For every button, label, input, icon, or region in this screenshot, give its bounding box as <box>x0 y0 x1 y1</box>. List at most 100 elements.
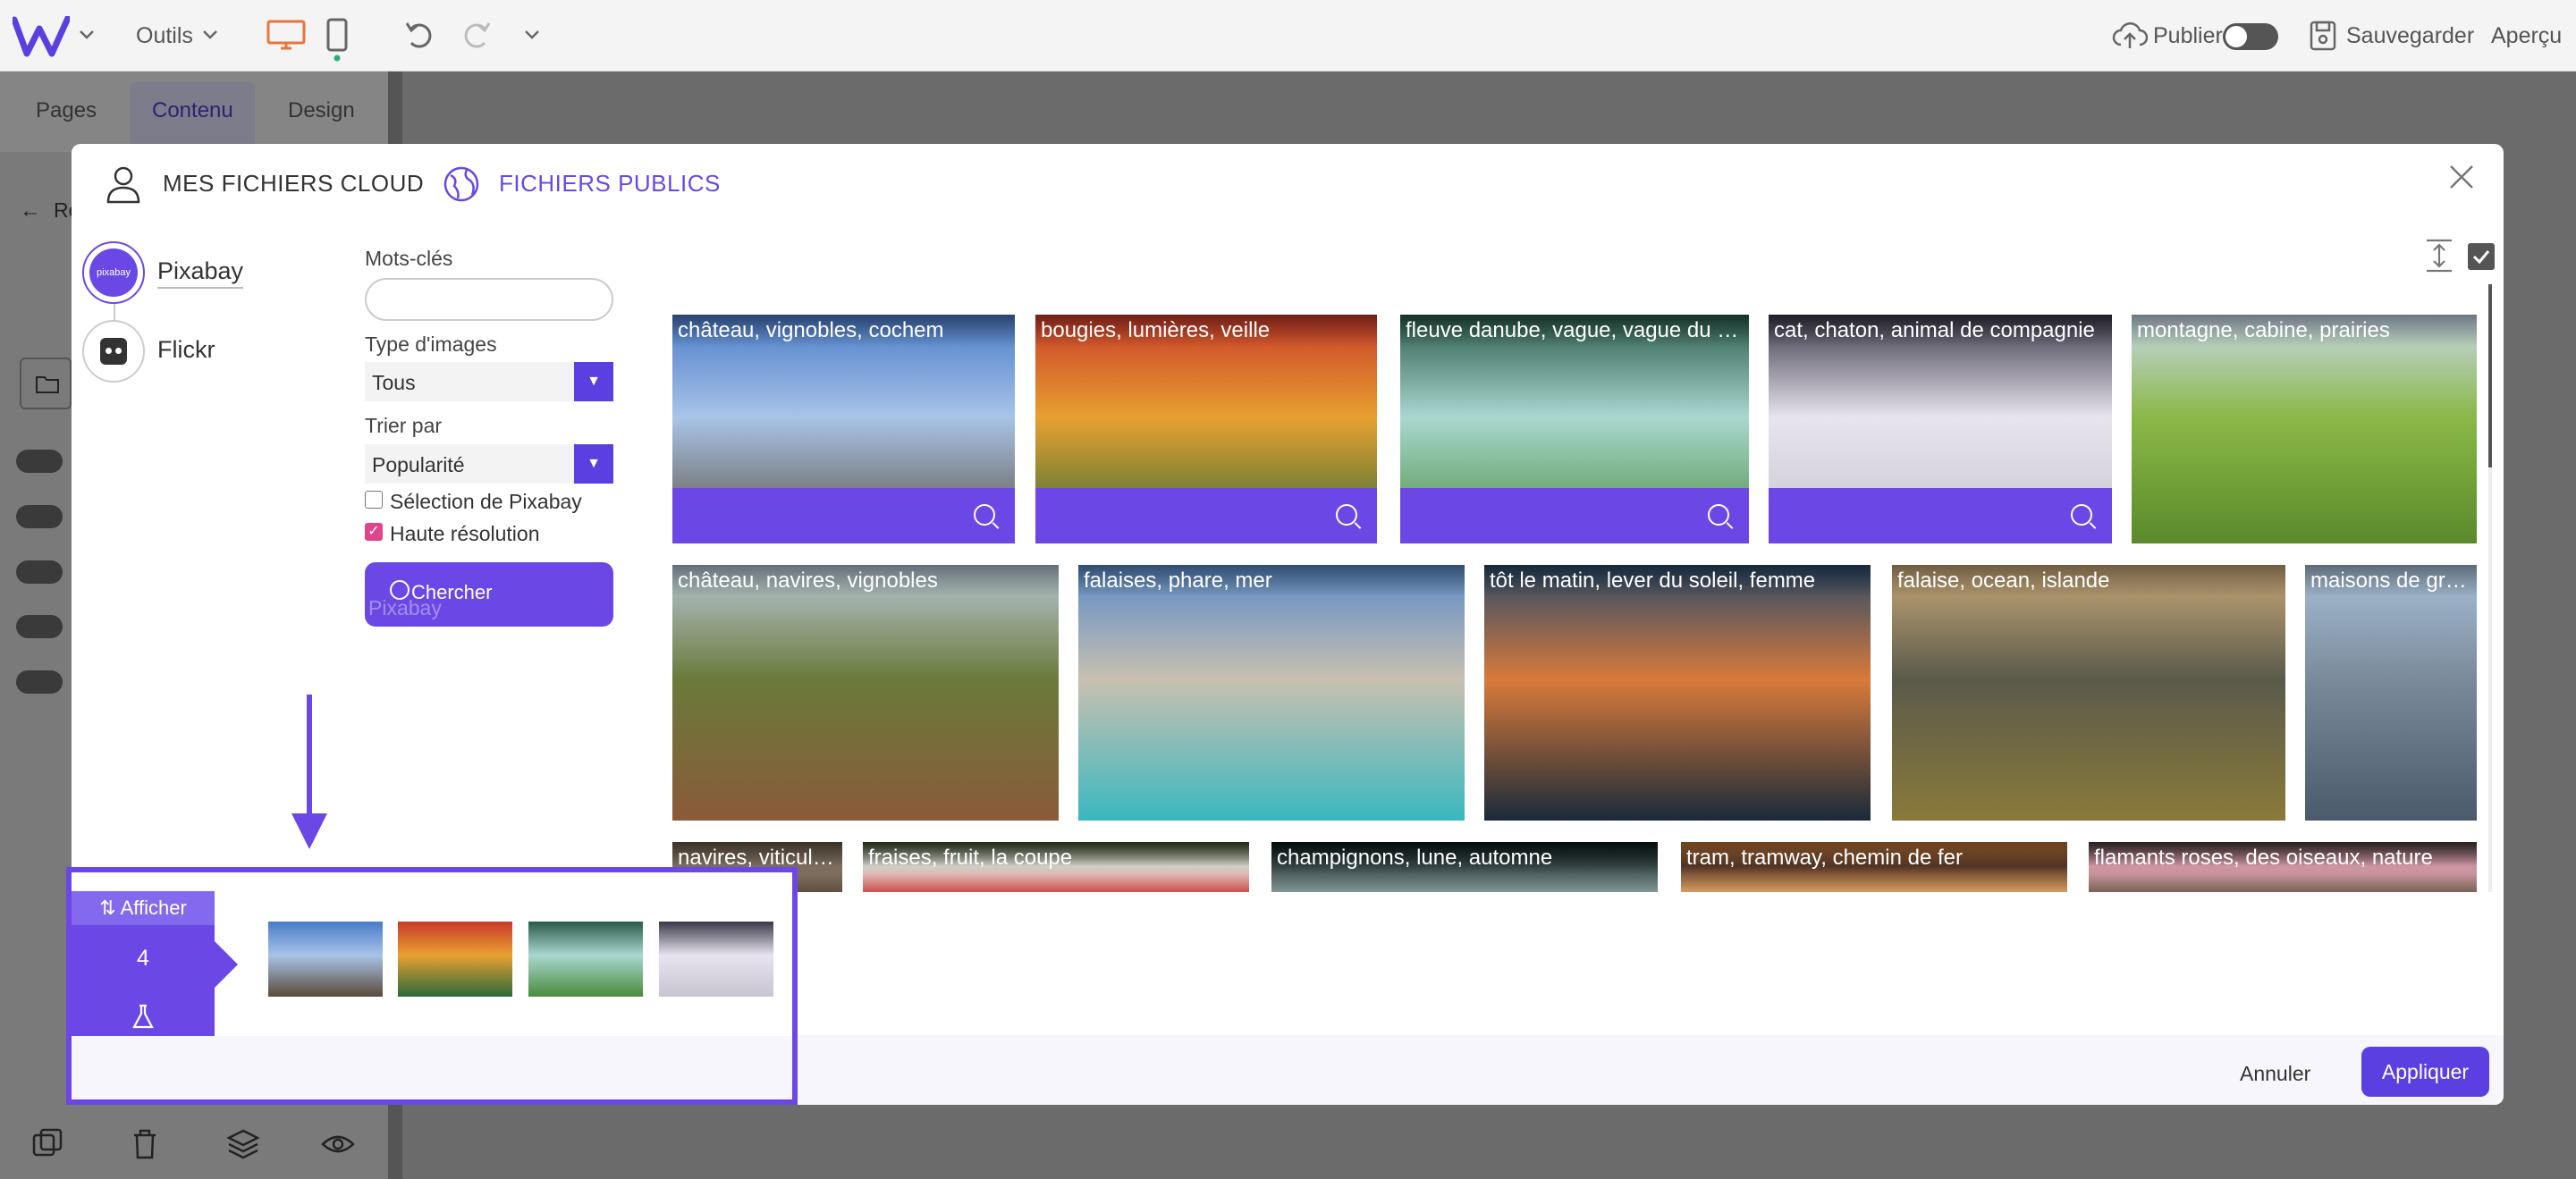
result-thumbnail[interactable]: falaises, phare, mer <box>1078 565 1465 821</box>
image-type-select[interactable]: Tous ▼ <box>365 362 613 401</box>
result-thumbnail[interactable]: fraises, fruit, la coupe <box>863 842 1249 892</box>
result-thumbnail[interactable]: fleuve danube, vague, vague du danube <box>1400 315 1749 543</box>
eye-icon[interactable] <box>320 1126 356 1162</box>
result-image <box>1892 565 2285 821</box>
back-arrow-icon[interactable]: ← <box>20 198 41 223</box>
cancel-button[interactable]: Annuler <box>2240 1062 2310 1086</box>
select-all-checkbox[interactable] <box>2468 243 2495 270</box>
close-icon <box>2450 165 2473 189</box>
layers-icon[interactable] <box>225 1126 261 1162</box>
publish-toggle-knob <box>2225 26 2247 47</box>
keywords-label: Mots-clés <box>365 247 453 270</box>
tab-my-cloud-files[interactable]: MES FICHIERS CLOUD <box>163 170 424 198</box>
source-pixabay[interactable]: pixabay <box>82 241 145 304</box>
tray-thumbnail[interactable] <box>268 922 383 997</box>
close-modal-button[interactable] <box>2445 161 2478 193</box>
result-thumbnail[interactable]: bougies, lumières, veille <box>1035 315 1377 543</box>
result-caption: tram, tramway, chemin de fer <box>1681 842 2067 874</box>
results-scrollbar-thumb[interactable] <box>2488 284 2492 467</box>
sort-dropdown-arrow-icon[interactable]: ▼ <box>574 444 613 484</box>
history-chevron-down-icon[interactable] <box>524 29 540 41</box>
publish-toggle[interactable] <box>2223 23 2278 50</box>
zoom-icon[interactable] <box>2071 504 2092 526</box>
preview-button[interactable]: Aperçu <box>2491 0 2562 72</box>
sort-select[interactable]: Popularité ▼ <box>365 444 613 484</box>
result-thumbnail[interactable]: falaise, ocean, islande <box>1892 565 2285 821</box>
result-thumbnail[interactable]: flamants roses, des oiseaux, nature <box>2089 842 2477 892</box>
editor-toggle-2[interactable] <box>16 505 63 528</box>
result-caption: bougies, lumières, veille <box>1035 315 1377 347</box>
duplicate-icon[interactable] <box>30 1126 66 1162</box>
pixabay-selection-label[interactable]: Sélection de Pixabay <box>390 490 582 514</box>
save-icon[interactable] <box>2309 20 2337 52</box>
image-type-dropdown-arrow-icon[interactable]: ▼ <box>574 362 613 401</box>
results-grid: château, vignobles, cochem bougies, lumiè… <box>672 315 2479 892</box>
undo-icon[interactable] <box>404 20 436 52</box>
high-res-label[interactable]: Haute résolution <box>390 522 540 546</box>
source-flickr-label[interactable]: Flickr <box>157 336 215 364</box>
redo-icon[interactable] <box>460 20 492 52</box>
result-selected-bar <box>1035 488 1377 543</box>
cloud-upload-icon[interactable] <box>2112 20 2148 52</box>
result-thumbnail[interactable]: château, navires, vignobles <box>672 565 1059 821</box>
expand-vertical-icon[interactable] <box>2425 238 2454 274</box>
pixabay-logo: pixabay <box>89 248 138 297</box>
tools-chevron-down-icon[interactable] <box>202 29 218 41</box>
result-caption: falaise, ocean, islande <box>1892 565 2285 597</box>
result-selected-bar <box>1769 488 2112 543</box>
source-pixabay-label[interactable]: Pixabay <box>157 257 244 289</box>
mobile-icon[interactable] <box>325 18 349 63</box>
tools-menu[interactable]: Outils <box>136 0 193 72</box>
publish-label[interactable]: Publier <box>2153 0 2223 72</box>
editor-toggle-5[interactable] <box>16 670 63 694</box>
sort-label: Trier par <box>365 414 443 437</box>
result-thumbnail[interactable]: champignons, lune, automne <box>1271 842 1658 892</box>
annotation-arrow-shaft <box>307 695 312 815</box>
tray-toggle-button[interactable]: ⇅ Afficher <box>72 891 215 925</box>
logo-chevron-down-icon[interactable] <box>79 29 95 41</box>
tray-pointer <box>215 941 238 988</box>
high-res-checkbox[interactable]: ✓ <box>365 523 383 541</box>
app-logo[interactable] <box>13 16 70 57</box>
result-caption: champignons, lune, automne <box>1271 842 1658 874</box>
folder-icon <box>36 376 59 393</box>
zoom-icon[interactable] <box>1336 504 1357 526</box>
editor-tab-content[interactable]: Contenu <box>152 98 233 123</box>
tray-thumbnail[interactable] <box>659 922 773 997</box>
selected-count: 4 <box>137 946 149 971</box>
result-thumbnail[interactable]: tram, tramway, chemin de fer <box>1681 842 2067 892</box>
flask-icon[interactable] <box>131 1003 156 1030</box>
zoom-icon[interactable] <box>1708 504 1729 526</box>
apply-button[interactable]: Appliquer <box>2361 1047 2489 1097</box>
result-caption: fraises, fruit, la coupe <box>863 842 1249 874</box>
result-selected-bar <box>672 488 1015 543</box>
result-thumbnail[interactable]: montagne, cabine, prairies <box>2132 315 2477 543</box>
save-button[interactable]: Sauvegarder <box>2346 0 2474 72</box>
editor-toggle-4[interactable] <box>16 615 63 638</box>
globe-icon <box>443 166 479 202</box>
zoom-icon[interactable] <box>974 504 995 526</box>
search-button-label: Chercher <box>411 581 493 603</box>
pixabay-selection-checkbox[interactable] <box>365 491 383 509</box>
keywords-input[interactable] <box>365 278 613 321</box>
editor-toggle-1[interactable] <box>16 450 63 473</box>
editor-toggle-3[interactable] <box>16 560 63 584</box>
editor-tab-pages[interactable]: Pages <box>36 98 97 123</box>
result-thumbnail[interactable]: maisons de grue, port <box>2305 565 2477 821</box>
tray-thumbnail[interactable] <box>528 922 643 997</box>
tray-thumbnail[interactable] <box>398 922 512 997</box>
search-button[interactable]: Pixabay Chercher <box>365 562 613 627</box>
tab-public-files[interactable]: FICHIERS PUBLICS <box>499 170 721 198</box>
result-selected-bar <box>1400 488 1749 543</box>
result-thumbnail[interactable]: tôt le matin, lever du soleil, femme <box>1484 565 1871 821</box>
tray-bottom-strip <box>72 1036 792 1099</box>
editor-tab-design[interactable]: Design <box>288 98 355 123</box>
desktop-icon[interactable] <box>266 20 306 52</box>
result-thumbnail[interactable]: château, vignobles, cochem <box>672 315 1015 543</box>
source-flickr[interactable] <box>82 320 145 383</box>
folder-button[interactable] <box>20 358 72 409</box>
result-thumbnail[interactable]: cat, chaton, animal de compagnie <box>1769 315 2112 543</box>
tray-toggle-label: Afficher <box>120 897 187 919</box>
trash-icon[interactable] <box>127 1126 163 1162</box>
sort-value: Popularité <box>372 453 465 476</box>
